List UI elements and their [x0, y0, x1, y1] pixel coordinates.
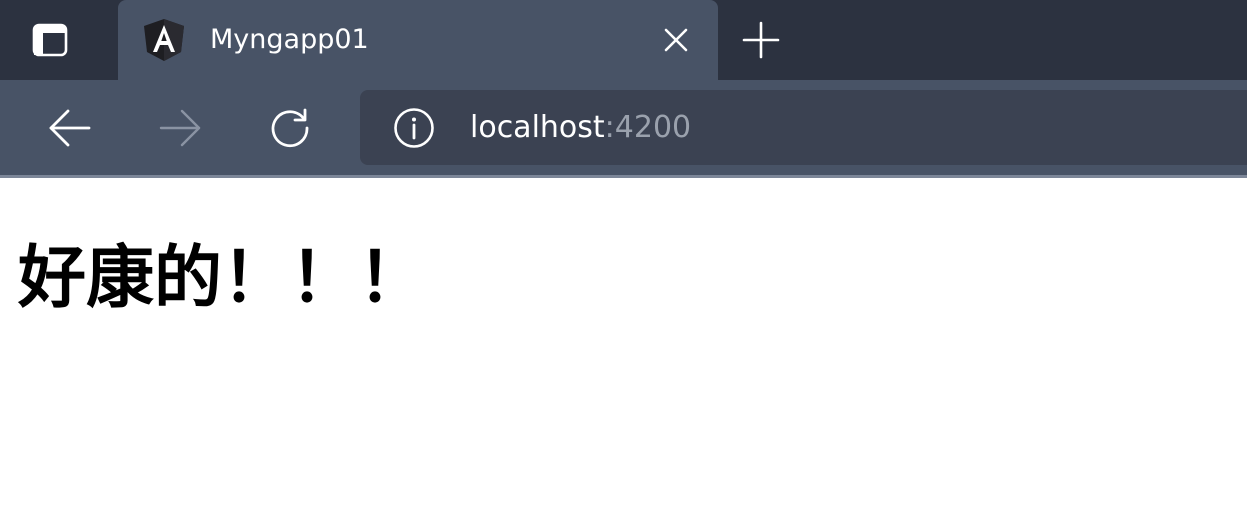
angular-logo-icon: [144, 19, 184, 61]
tab-actions-area: [0, 0, 118, 80]
site-info-button[interactable]: [392, 106, 436, 150]
back-button[interactable]: [46, 104, 94, 152]
arrow-right-icon: [159, 109, 201, 147]
plus-icon: [742, 21, 780, 59]
reload-icon: [271, 108, 309, 148]
new-tab-button[interactable]: [740, 19, 782, 61]
url-port: :4200: [604, 110, 692, 145]
tab-strip: Myngapp01: [0, 0, 1247, 80]
tab-actions-icon: [32, 23, 68, 57]
reload-button[interactable]: [266, 104, 314, 152]
close-tab-button[interactable]: [658, 22, 694, 58]
navigation-toolbar: localhost:4200: [0, 80, 1247, 175]
tab-actions-button[interactable]: [32, 22, 68, 58]
close-icon: [664, 28, 688, 52]
url-host: localhost: [470, 110, 605, 145]
forward-button[interactable]: [156, 104, 204, 152]
url-text: localhost:4200: [470, 108, 691, 148]
address-bar[interactable]: localhost:4200: [360, 90, 1247, 165]
active-tab[interactable]: Myngapp01: [118, 0, 718, 80]
browser-window: Myngapp01 localhost:4200 好康的！！！: [0, 0, 1247, 518]
page-heading: 好康的！！！: [18, 239, 427, 318]
page-content: 好康的！！！: [0, 178, 1247, 518]
info-icon: [394, 108, 434, 148]
tab-title: Myngapp01: [210, 24, 369, 55]
arrow-left-icon: [49, 109, 91, 147]
